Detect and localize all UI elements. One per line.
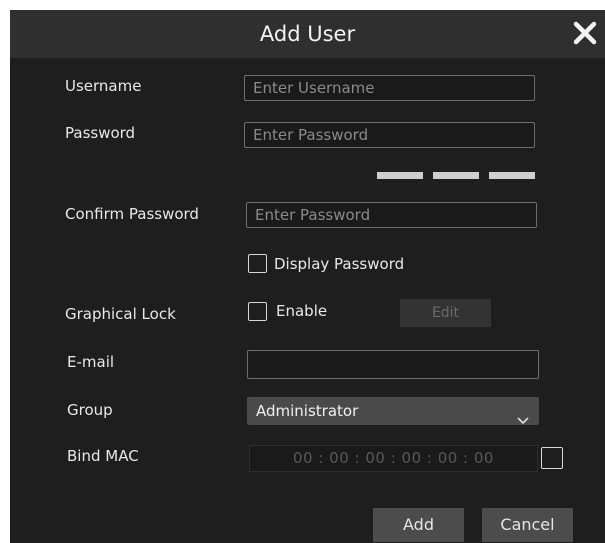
close-icon[interactable]: [571, 19, 599, 47]
chevron-down-icon: [517, 406, 529, 434]
password-strength-bar-2: [433, 172, 479, 179]
username-label: Username: [65, 77, 142, 95]
display-password-label: Display Password: [274, 255, 405, 273]
bind-mac-field[interactable]: 00 : 00 : 00 : 00 : 00 : 00: [249, 445, 538, 472]
confirm-password-label: Confirm Password: [65, 205, 199, 223]
group-label: Group: [67, 401, 113, 419]
graphical-lock-edit-button[interactable]: Edit: [400, 299, 491, 327]
add-button[interactable]: Add: [373, 508, 464, 542]
group-selected-value: Administrator: [256, 402, 359, 420]
password-strength-bar-3: [489, 172, 535, 179]
password-strength-bar-1: [377, 172, 423, 179]
display-password-checkbox[interactable]: [248, 254, 267, 273]
email-label: E-mail: [67, 353, 115, 371]
bind-mac-label: Bind MAC: [67, 447, 139, 465]
bind-mac-checkbox[interactable]: [541, 447, 563, 469]
graphical-lock-label: Graphical Lock: [65, 305, 176, 323]
email-field[interactable]: [247, 350, 539, 379]
title-bar: Add User: [10, 10, 605, 58]
dialog-title: Add User: [259, 22, 356, 46]
confirm-password-input[interactable]: Enter Password: [246, 202, 537, 228]
add-user-dialog: Add User Username Enter Username Passwor…: [10, 10, 605, 543]
cancel-button[interactable]: Cancel: [482, 508, 573, 542]
password-label: Password: [65, 124, 136, 142]
graphical-lock-enable-label: Enable: [276, 302, 328, 320]
group-select[interactable]: Administrator: [247, 397, 539, 425]
username-input[interactable]: Enter Username: [244, 75, 535, 101]
graphical-lock-enable-checkbox[interactable]: [248, 302, 267, 321]
password-input[interactable]: Enter Password: [244, 122, 535, 148]
